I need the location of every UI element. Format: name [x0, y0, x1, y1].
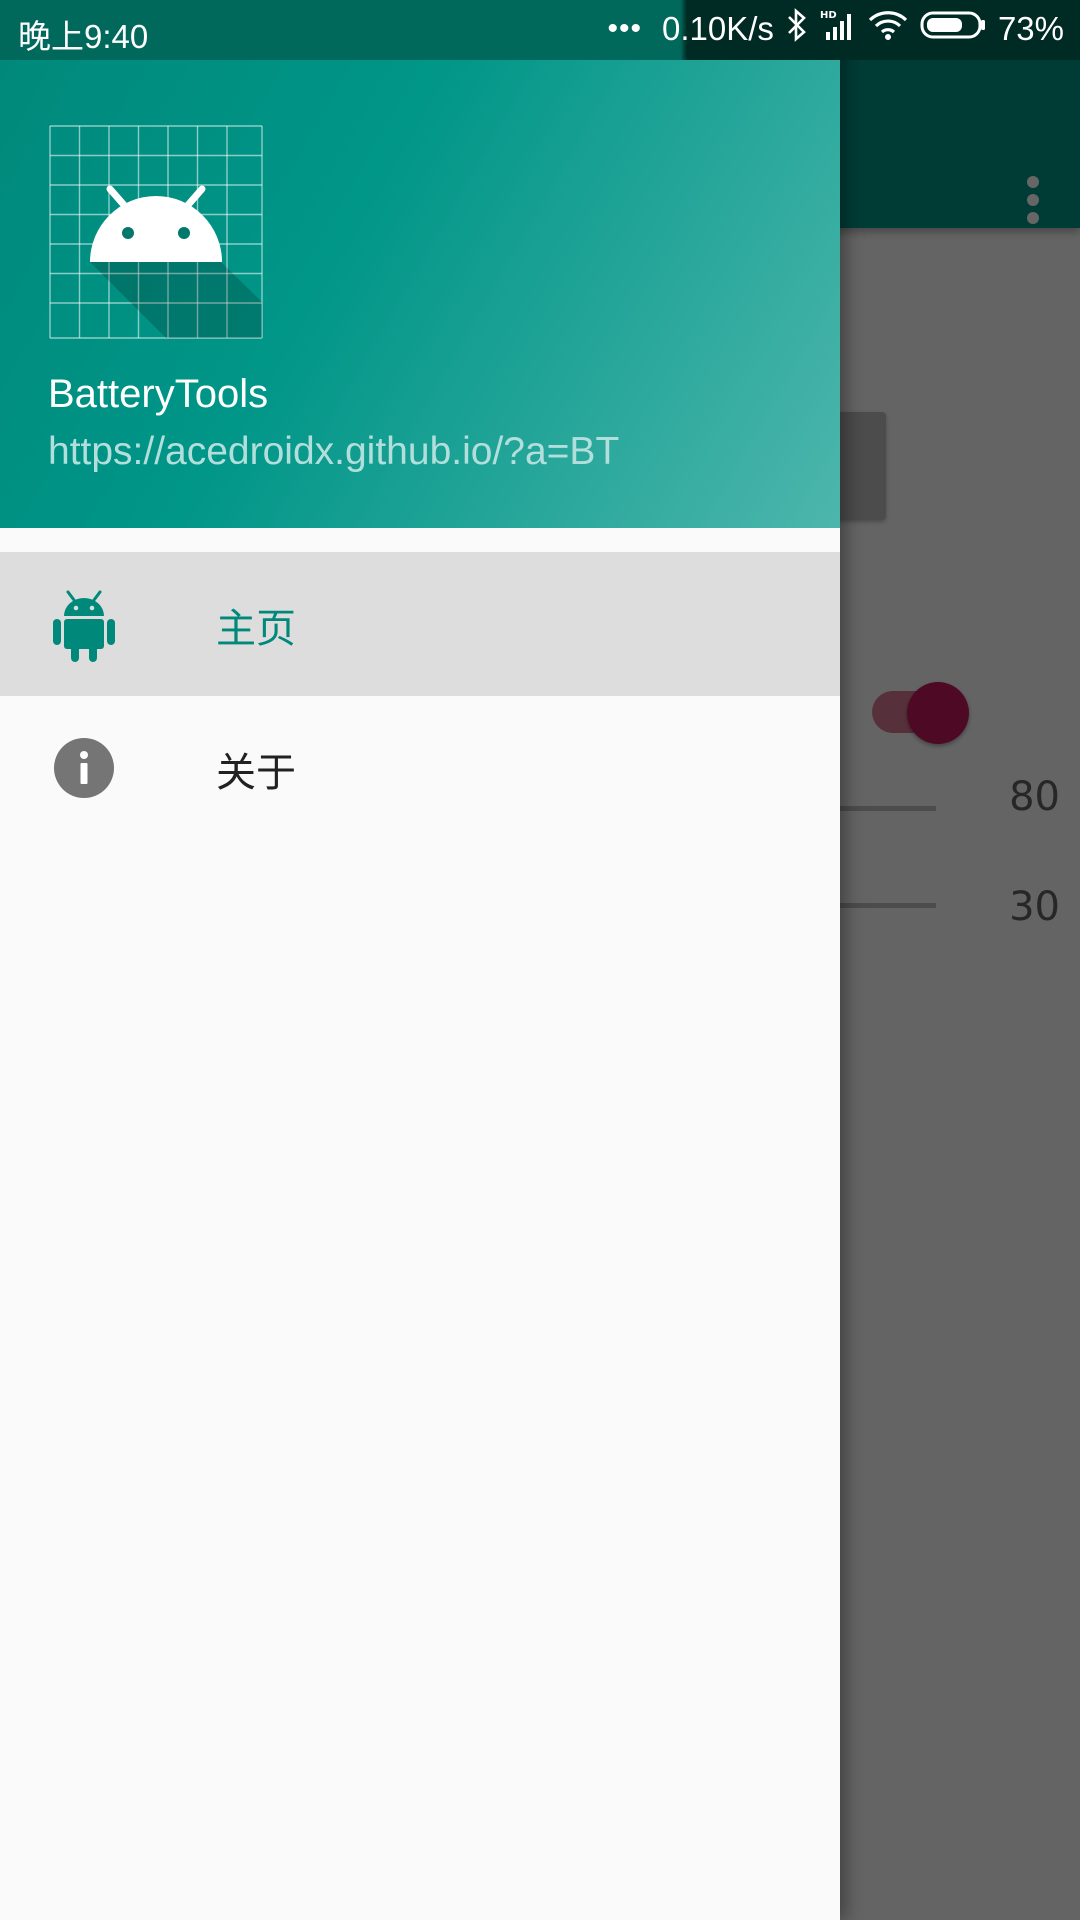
nav-item-label: 关于	[216, 750, 296, 796]
battery-percent: 73%	[997, 10, 1064, 47]
network-speed: 0.10K/s	[662, 10, 774, 47]
status-indicators: ••• 0.10K/s HD 73%	[607, 8, 1064, 50]
drawer-header: BatteryTools https://acedroidx.github.io…	[0, 60, 840, 528]
nav-item-label: 主页	[216, 606, 296, 652]
android-grid-logo-icon	[48, 124, 264, 340]
hd-signal-icon: HD	[820, 8, 856, 50]
nav-item-home[interactable]: 主页	[0, 552, 840, 696]
status-bar: 晚上9:40 ••• 0.10K/s HD 73%	[0, 0, 1080, 60]
notification-dots-icon: •••	[607, 12, 643, 45]
svg-text:HD: HD	[820, 10, 837, 21]
app-title: BatteryTools	[48, 372, 269, 416]
status-time: 晚上9:40	[18, 18, 149, 55]
wifi-icon	[868, 9, 908, 49]
bluetooth-icon	[786, 8, 808, 50]
screen: 80 30 晚上9:40 ••• 0.10K/s HD	[0, 0, 1080, 1920]
app-url[interactable]: https://acedroidx.github.io/?a=BT	[48, 430, 619, 474]
android-icon	[52, 590, 116, 662]
battery-icon	[920, 10, 986, 48]
navigation-drawer: BatteryTools https://acedroidx.github.io…	[0, 0, 840, 1920]
info-icon	[52, 734, 116, 804]
nav-item-about[interactable]: 关于	[0, 696, 840, 840]
